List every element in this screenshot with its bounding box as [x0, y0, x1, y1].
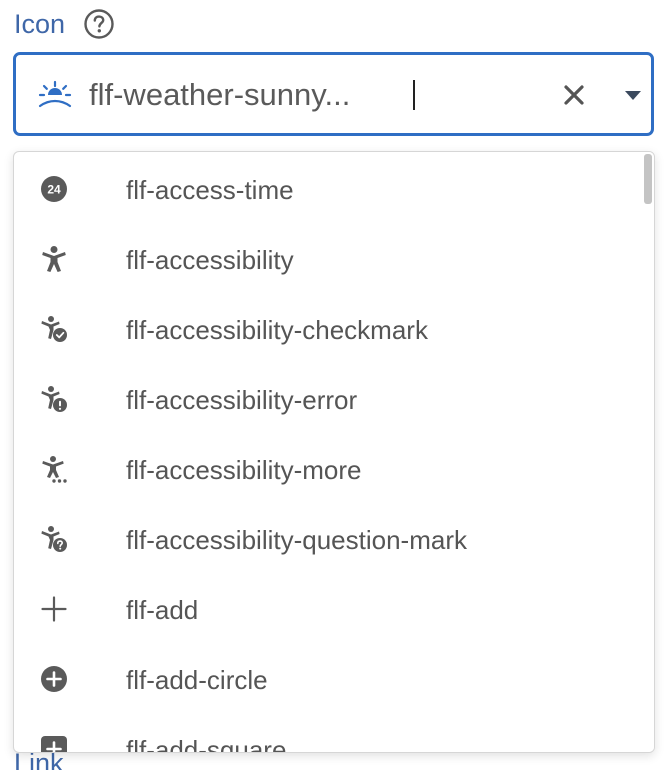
close-icon — [564, 85, 584, 105]
icon-select-input[interactable]: flf-weather-sunny... — [13, 52, 654, 136]
accessibility-more-icon — [40, 455, 68, 483]
option-access-time[interactable]: 24 flf-access-time — [14, 157, 642, 227]
add-icon — [40, 595, 68, 623]
selected-value: flf-weather-sunny... — [89, 77, 351, 112]
option-accessibility[interactable]: flf-accessibility — [14, 227, 642, 297]
dropdown-toggle-button[interactable] — [616, 77, 650, 113]
accessibility-error-icon — [40, 385, 68, 413]
option-label: flf-accessibility-checkmark — [126, 315, 428, 345]
option-accessibility-more[interactable]: flf-accessibility-more — [14, 437, 642, 507]
option-list: 24 flf-access-time flf-accessibility flf… — [14, 157, 642, 753]
menu-scrollbar-thumb[interactable] — [644, 154, 652, 204]
option-label: flf-accessibility-more — [126, 455, 362, 485]
option-accessibility-question-mark[interactable]: flf-accessibility-question-mark — [14, 507, 642, 577]
icon-field-label: Icon — [14, 7, 115, 41]
caret-down-icon — [625, 91, 641, 100]
option-label: flf-access-time — [126, 175, 294, 205]
text-cursor — [413, 80, 415, 110]
menu-scrollbar[interactable] — [642, 152, 654, 752]
icon-select-panel: Icon flf-weather-sunny... Link 24 flf-ac… — [0, 0, 666, 770]
option-label: flf-add — [126, 595, 199, 625]
clear-selection-button[interactable] — [556, 77, 592, 113]
access-time-icon: 24 — [40, 175, 68, 203]
option-add-square[interactable]: flf-add-square — [14, 717, 642, 753]
accessibility-question-mark-icon — [40, 525, 68, 553]
option-label: flf-add-circle — [126, 665, 268, 695]
option-accessibility-error[interactable]: flf-accessibility-error — [14, 367, 642, 437]
option-accessibility-checkmark[interactable]: flf-accessibility-checkmark — [14, 297, 642, 367]
add-circle-icon — [40, 665, 68, 693]
option-label: flf-accessibility — [126, 245, 294, 275]
option-label: flf-accessibility-question-mark — [126, 525, 467, 555]
option-label: flf-add-square — [126, 735, 287, 753]
weather-sunny-icon — [38, 80, 72, 110]
icon-field-label-text: Icon — [14, 9, 66, 39]
svg-text:24: 24 — [47, 183, 61, 197]
option-add[interactable]: flf-add — [14, 577, 642, 647]
icon-options-menu: 24 flf-access-time flf-accessibility flf… — [13, 151, 655, 753]
option-label: flf-accessibility-error — [126, 385, 358, 415]
accessibility-checkmark-icon — [40, 315, 68, 343]
add-square-icon — [40, 735, 68, 752]
accessibility-icon — [40, 245, 68, 273]
option-add-circle[interactable]: flf-add-circle — [14, 647, 642, 717]
help-icon[interactable] — [83, 8, 115, 40]
